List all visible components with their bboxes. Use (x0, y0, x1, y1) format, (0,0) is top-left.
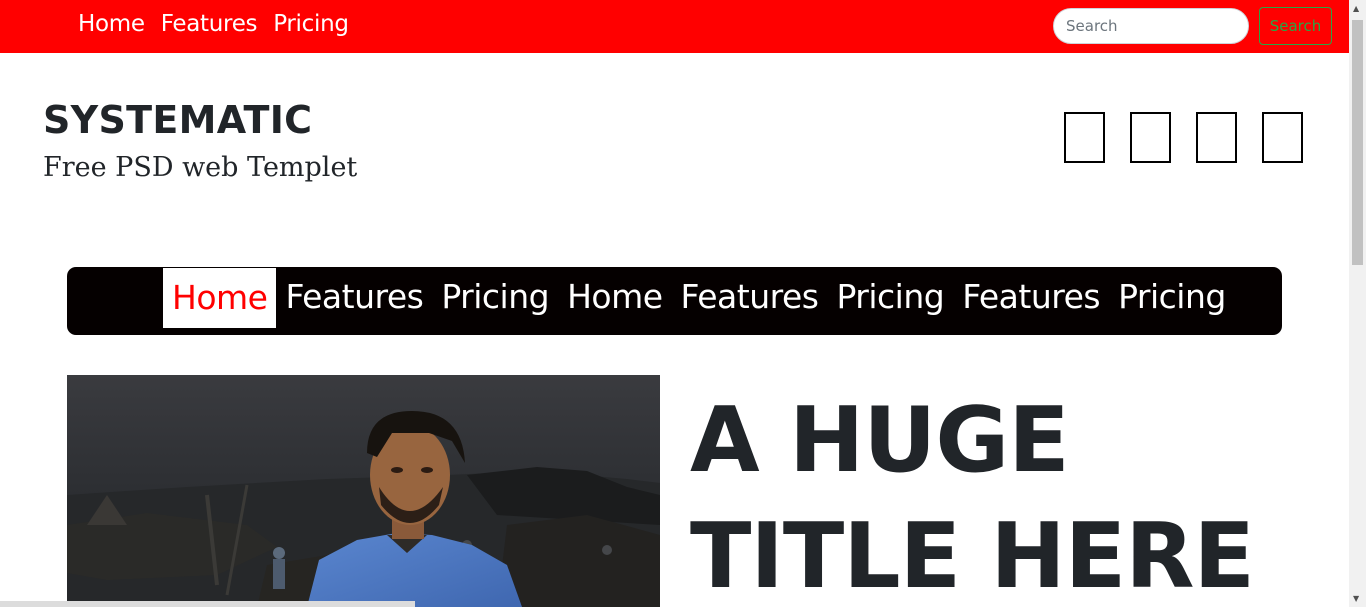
top-nav-features-link[interactable]: Features (161, 8, 258, 40)
horizontal-scrollbar-thumb[interactable] (0, 601, 415, 607)
hero-title-line: A HUGE (690, 388, 1070, 493)
scroll-down-arrow-icon[interactable]: ▼ (1353, 594, 1359, 603)
main-nav-features-link[interactable]: Features (276, 267, 432, 329)
main-nav-pricing-link[interactable]: Pricing (827, 267, 953, 329)
search-button[interactable]: Search (1259, 7, 1332, 45)
main-navbar: Home Features Pricing Home Features Pric… (67, 267, 1282, 335)
scroll-up-arrow-icon[interactable]: ▲ (1353, 4, 1359, 13)
top-nav-pricing-link[interactable]: Pricing (273, 8, 349, 40)
social-icon[interactable] (1262, 112, 1303, 163)
hero-photo (67, 375, 660, 607)
search-input[interactable] (1053, 8, 1249, 44)
vertical-scroll-thumb[interactable] (1352, 20, 1363, 265)
hero-title-line: TITLE HERE (690, 504, 1255, 609)
main-nav-features-link[interactable]: Features (953, 267, 1109, 329)
hero-title: A HUGE TITLE HERE (690, 383, 1330, 615)
social-icons (1064, 112, 1328, 163)
social-icon[interactable] (1064, 112, 1105, 163)
main-nav-items: Home Features Pricing Home Features Pric… (163, 267, 1235, 329)
main-nav-pricing-link[interactable]: Pricing (432, 267, 558, 329)
hero-photo-image (67, 375, 660, 607)
top-nav-links: Home Features Pricing (78, 8, 365, 40)
vertical-scrollbar[interactable]: ▲ ▼ (1349, 0, 1366, 607)
social-icon[interactable] (1130, 112, 1171, 163)
main-nav-features-link[interactable]: Features (672, 267, 828, 329)
main-nav-home-link[interactable]: Home (163, 268, 277, 328)
top-nav-home-link[interactable]: Home (78, 8, 145, 40)
brand-name: SYSTEMATIC (43, 98, 313, 142)
brand-tagline: Free PSD web Templet (43, 152, 358, 183)
top-navbar: Home Features Pricing Search (0, 0, 1349, 53)
main-nav-pricing-link[interactable]: Pricing (1109, 267, 1235, 329)
social-icon[interactable] (1196, 112, 1237, 163)
main-nav-home-link[interactable]: Home (558, 267, 671, 329)
